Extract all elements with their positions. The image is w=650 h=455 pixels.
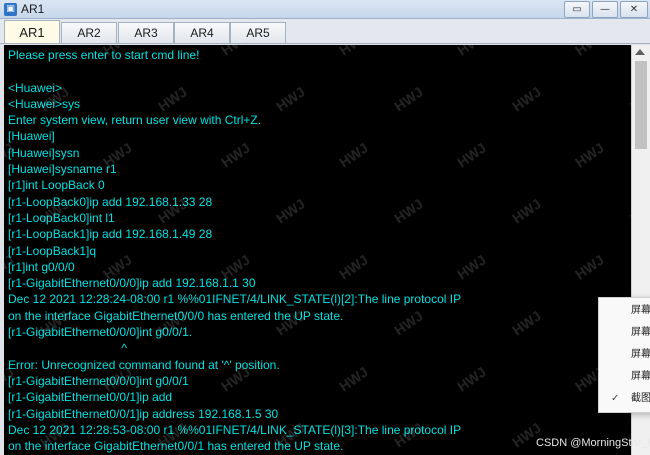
- terminal-line: [Huawei]: [8, 129, 55, 144]
- csdn-credit: CSDN @MorningStar_H: [536, 437, 650, 449]
- context-menu-item-label: 屏幕: [631, 327, 650, 338]
- terminal-line: [r1-GigabitEthernet0/0/1]ip add: [8, 390, 173, 405]
- window-titlebar: ▣ AR1 ▭ — ✕: [0, 0, 650, 19]
- app-icon: ▣: [4, 3, 17, 16]
- context-menu-item[interactable]: 屏幕: [599, 344, 650, 366]
- terminal-line: Dec 12 2021 12:28:53-08:00 r1 %%01IFNET/…: [8, 422, 462, 437]
- minimize-button[interactable]: —: [592, 1, 618, 18]
- close-button[interactable]: ✕: [620, 1, 648, 18]
- context-menu-item-label: 屏幕: [631, 349, 650, 360]
- terminal-line: [Huawei]sysname r1: [8, 162, 117, 177]
- terminal-line: [r1-GigabitEthernet0/0/1]ip address 192.…: [8, 406, 279, 421]
- tab-ar3[interactable]: AR3: [118, 22, 174, 43]
- context-menu: 屏幕 屏幕 屏幕 屏幕 ✓ 截图: [598, 297, 650, 413]
- terminal-line: [r1-LoopBack1]q: [8, 243, 97, 258]
- context-menu-item-label: 屏幕: [631, 371, 650, 382]
- tab-ar1[interactable]: AR1: [4, 20, 60, 43]
- context-menu-item-label: 截图: [631, 393, 650, 404]
- context-menu-item[interactable]: 屏幕: [599, 322, 650, 344]
- terminal-line: [r1-LoopBack1]ip add 192.168.1.49 28: [8, 227, 213, 242]
- scroll-thumb[interactable]: [635, 61, 647, 149]
- tab-ar4[interactable]: AR4: [174, 22, 230, 43]
- scroll-up-arrow-icon[interactable]: [635, 49, 645, 55]
- context-menu-item-label: 屏幕: [631, 305, 650, 316]
- restore-button[interactable]: ▭: [564, 1, 590, 18]
- terminal-line: [r1-LoopBack0]ip add 192.168.1.33 28: [8, 194, 213, 209]
- tab-ar5[interactable]: AR5: [230, 22, 286, 43]
- window-controls: ▭ — ✕: [564, 1, 648, 18]
- terminal-line: [Huawei]sysn: [8, 145, 80, 160]
- terminal-line: Dec 12 2021 12:28:24-08:00 r1 %%01IFNET/…: [8, 292, 462, 307]
- terminal-line: [r1-GigabitEthernet0/0/0]ip add 192.168.…: [8, 276, 256, 291]
- terminal-line: Error: Unrecognized command found at '^'…: [8, 357, 280, 372]
- context-menu-item-screenshot[interactable]: ✓ 截图: [599, 388, 650, 410]
- tab-bar: AR1 AR2 AR3 AR4 AR5: [0, 19, 650, 44]
- terminal-line: [r1]int LoopBack 0: [8, 178, 105, 193]
- terminal-line: [r1]int g0/0/0: [8, 259, 75, 274]
- context-menu-item[interactable]: 屏幕: [599, 300, 650, 322]
- window-title: AR1: [21, 2, 45, 16]
- terminal-console[interactable]: Please press enter to start cmd line! <Hu…: [4, 45, 631, 455]
- terminal-line: ^: [8, 341, 127, 356]
- terminal-line: Please press enter to start cmd line!: [8, 48, 200, 62]
- terminal-line: on the interface GigabitEthernet0/0/0 ha…: [8, 308, 344, 323]
- terminal-line: <Huawei>sys: [8, 96, 81, 111]
- terminal-lines: Please press enter to start cmd line! <Hu…: [8, 47, 631, 455]
- terminal-line: Enter system view, return user view with…: [8, 113, 262, 128]
- terminal-line: [r1-GigabitEthernet0/0/0]int g0/0/1.: [8, 325, 193, 340]
- terminal-line: <Huawei>: [8, 80, 63, 95]
- terminal-line: [r1-GigabitEthernet0/0/0]int g0/0/1: [8, 373, 189, 388]
- tab-ar2[interactable]: AR2: [61, 22, 117, 43]
- check-icon: ✓: [611, 393, 620, 404]
- context-menu-item[interactable]: 屏幕: [599, 366, 650, 388]
- terminal-line: [r1-LoopBack0]int l1: [8, 210, 115, 225]
